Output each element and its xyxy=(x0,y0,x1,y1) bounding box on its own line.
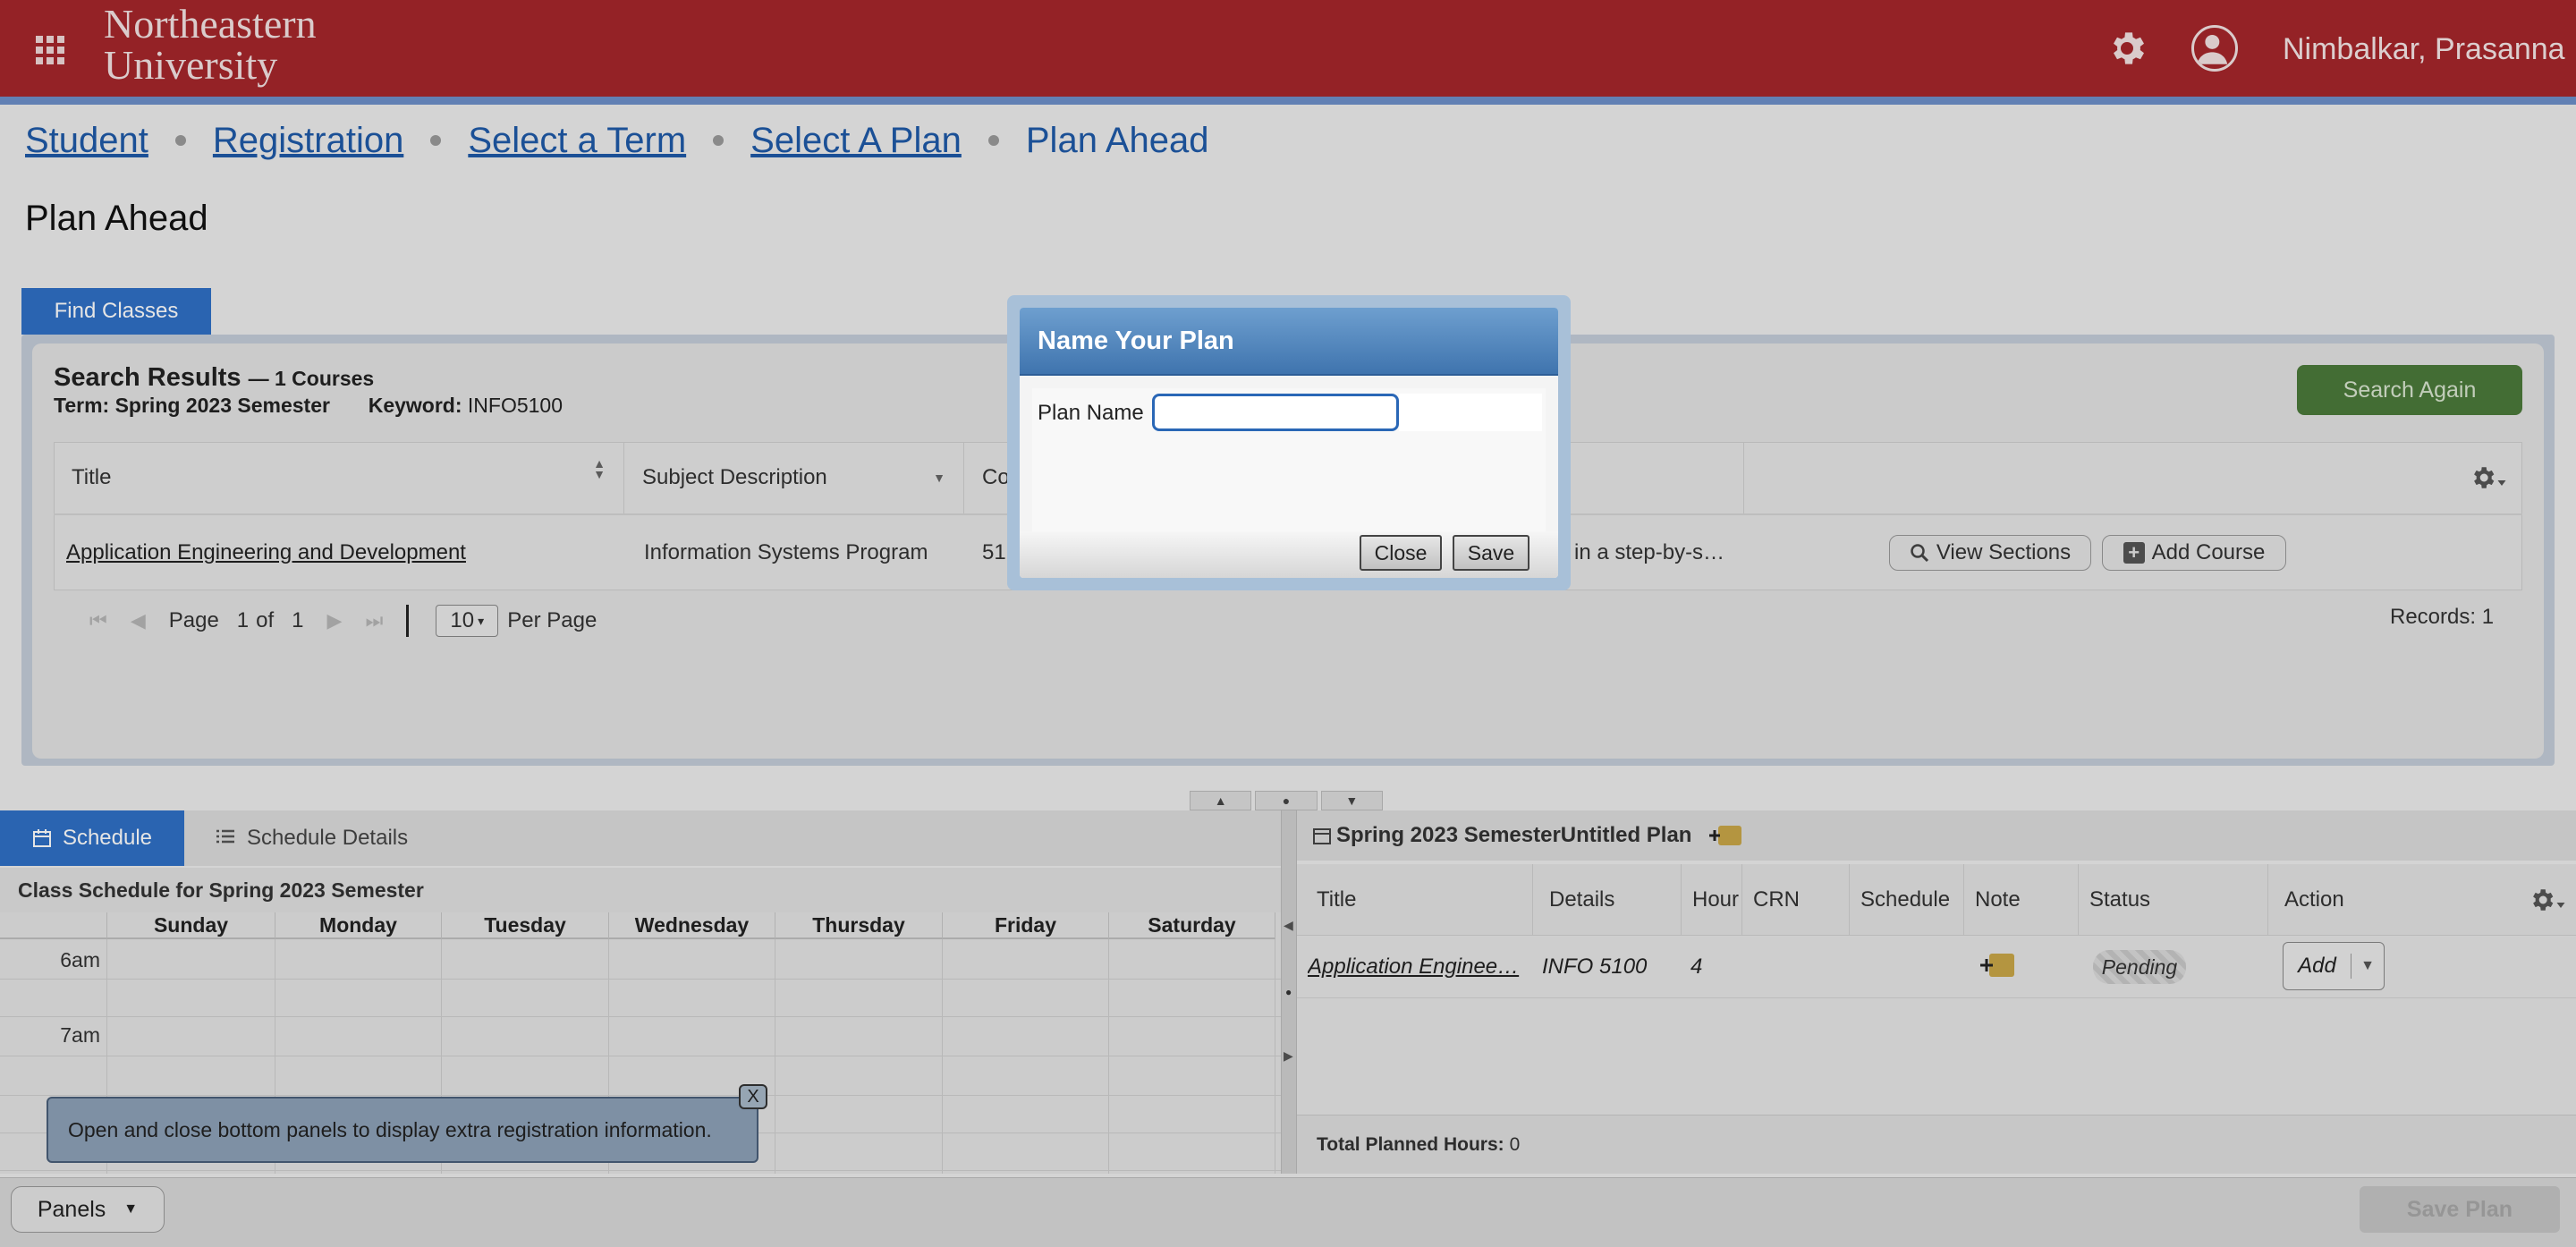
modal-overlay xyxy=(0,0,2576,1247)
save-button[interactable]: Save xyxy=(1453,535,1530,571)
input-extension xyxy=(1399,394,1542,431)
dialog-title[interactable]: Name Your Plan xyxy=(1020,308,1558,376)
plan-name-label: Plan Name xyxy=(1038,401,1144,425)
close-button[interactable]: Close xyxy=(1360,535,1442,571)
plan-name-input[interactable] xyxy=(1152,394,1399,431)
name-your-plan-dialog: Name Your Plan Plan Name Close Save xyxy=(1020,308,1558,578)
